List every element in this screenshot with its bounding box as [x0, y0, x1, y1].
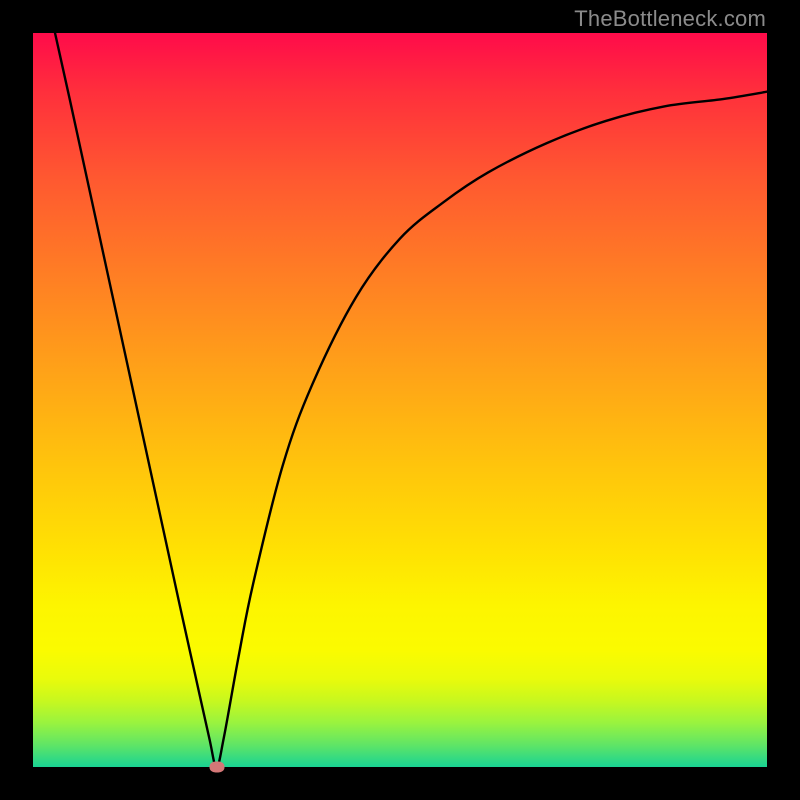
bottleneck-curve	[33, 33, 767, 767]
watermark-text: TheBottleneck.com	[574, 6, 766, 32]
minimum-marker	[209, 762, 224, 773]
chart-frame: TheBottleneck.com	[0, 0, 800, 800]
plot-area	[33, 33, 767, 767]
